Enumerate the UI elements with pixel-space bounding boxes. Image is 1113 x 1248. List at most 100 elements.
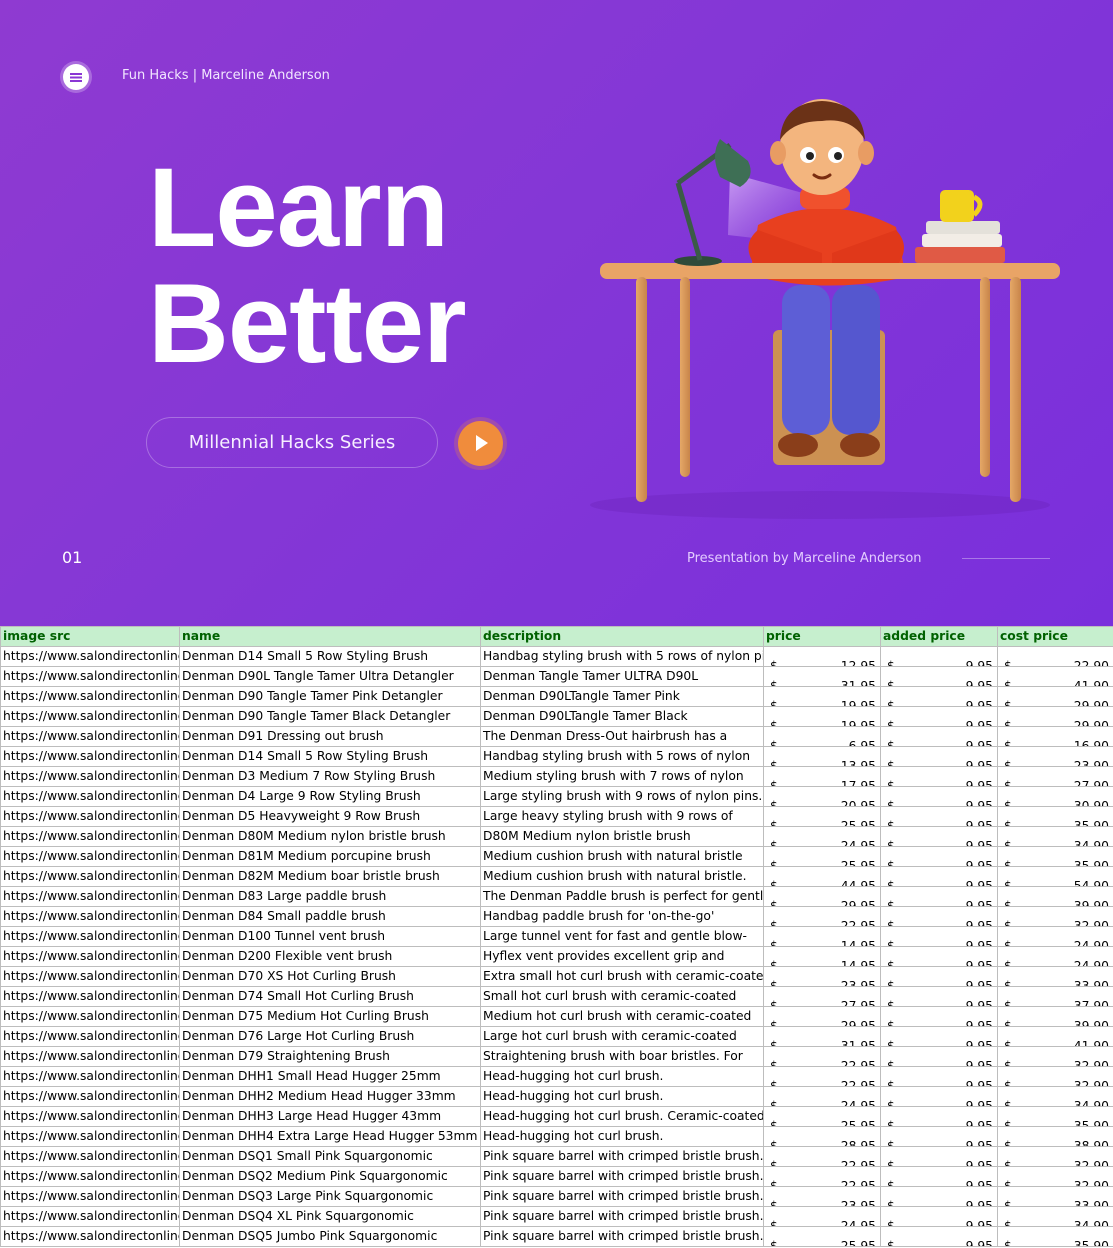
description-cell[interactable]: Pink square barrel with crimped bristle … xyxy=(480,1186,764,1207)
cost-price-cell[interactable]: $29.90 xyxy=(997,706,1113,727)
cost-price-cell[interactable]: $35.90 xyxy=(997,1106,1113,1127)
description-cell[interactable]: Head-hugging hot curl brush. xyxy=(480,1066,764,1087)
image-src-cell[interactable]: https://www.salondirectonline.co.uk xyxy=(0,846,180,867)
image-src-cell[interactable]: https://www.salondirectonline.co.uk xyxy=(0,1026,180,1047)
description-cell[interactable]: Large tunnel vent for fast and gentle bl… xyxy=(480,926,764,947)
description-cell[interactable]: Denman D90LTangle Tamer Black xyxy=(480,706,764,727)
cost-price-cell[interactable]: $34.90 xyxy=(997,826,1113,847)
price-cell[interactable]: $25.95 xyxy=(763,806,881,827)
image-src-cell[interactable]: https://www.salondirectonline.co.uk xyxy=(0,1186,180,1207)
column-header[interactable]: price xyxy=(763,626,881,647)
added-price-cell[interactable]: $9.95 xyxy=(880,986,998,1007)
name-cell[interactable]: Denman D70 XS Hot Curling Brush xyxy=(179,966,481,987)
added-price-cell[interactable]: $9.95 xyxy=(880,1046,998,1067)
name-cell[interactable]: Denman D14 Small 5 Row Styling Brush xyxy=(179,746,481,767)
cost-price-cell[interactable]: $37.90 xyxy=(997,986,1113,1007)
name-cell[interactable]: Denman DSQ4 XL Pink Squargonomic xyxy=(179,1206,481,1227)
name-cell[interactable]: Denman DHH3 Large Head Hugger 43mm xyxy=(179,1106,481,1127)
name-cell[interactable]: Denman DHH2 Medium Head Hugger 33mm xyxy=(179,1086,481,1107)
image-src-cell[interactable]: https://www.salondirectonline.co.uk xyxy=(0,986,180,1007)
image-src-cell[interactable]: https://www.salondirectonline.co.uk xyxy=(0,946,180,967)
column-header[interactable]: cost price xyxy=(997,626,1113,647)
cost-price-cell[interactable]: $41.90 xyxy=(997,666,1113,687)
image-src-cell[interactable]: https://www.salondirectonline.co.uk xyxy=(0,1086,180,1107)
added-price-cell[interactable]: $9.95 xyxy=(880,746,998,767)
name-cell[interactable]: Denman D200 Flexible vent brush xyxy=(179,946,481,967)
column-header[interactable]: description xyxy=(480,626,764,647)
price-cell[interactable]: $29.95 xyxy=(763,886,881,907)
cost-price-cell[interactable]: $35.90 xyxy=(997,846,1113,867)
cost-price-cell[interactable]: $32.90 xyxy=(997,1146,1113,1167)
image-src-cell[interactable]: https://www.salondirectonline.co.uk xyxy=(0,866,180,887)
added-price-cell[interactable]: $9.95 xyxy=(880,706,998,727)
price-cell[interactable]: $24.95 xyxy=(763,1206,881,1227)
cost-price-cell[interactable]: $33.90 xyxy=(997,1186,1113,1207)
price-cell[interactable]: $14.95 xyxy=(763,946,881,967)
price-cell[interactable]: $20.95 xyxy=(763,786,881,807)
cost-price-cell[interactable]: $35.90 xyxy=(997,806,1113,827)
cost-price-cell[interactable]: $32.90 xyxy=(997,1166,1113,1187)
name-cell[interactable]: Denman DSQ3 Large Pink Squargonomic xyxy=(179,1186,481,1207)
description-cell[interactable]: Extra small hot curl brush with ceramic-… xyxy=(480,966,764,987)
price-cell[interactable]: $29.95 xyxy=(763,1006,881,1027)
price-cell[interactable]: $22.95 xyxy=(763,1166,881,1187)
description-cell[interactable]: Small hot curl brush with ceramic-coated xyxy=(480,986,764,1007)
price-cell[interactable]: $25.95 xyxy=(763,846,881,867)
price-cell[interactable]: $22.95 xyxy=(763,1146,881,1167)
name-cell[interactable]: Denman D75 Medium Hot Curling Brush xyxy=(179,1006,481,1027)
image-src-cell[interactable]: https://www.salondirectonline.co.uk xyxy=(0,1066,180,1087)
image-src-cell[interactable]: https://www.salondirectonline.co.uk xyxy=(0,1226,180,1247)
price-cell[interactable]: $12.95 xyxy=(763,646,881,667)
cost-price-cell[interactable]: $39.90 xyxy=(997,886,1113,907)
name-cell[interactable]: Denman D3 Medium 7 Row Styling Brush xyxy=(179,766,481,787)
name-cell[interactable]: Denman D76 Large Hot Curling Brush xyxy=(179,1026,481,1047)
name-cell[interactable]: Denman D84 Small paddle brush xyxy=(179,906,481,927)
description-cell[interactable]: Handbag styling brush with 5 rows of nyl… xyxy=(480,746,764,767)
price-cell[interactable]: $22.95 xyxy=(763,1066,881,1087)
cost-price-cell[interactable]: $41.90 xyxy=(997,1026,1113,1047)
added-price-cell[interactable]: $9.95 xyxy=(880,926,998,947)
added-price-cell[interactable]: $9.95 xyxy=(880,1186,998,1207)
price-cell[interactable]: $13.95 xyxy=(763,746,881,767)
image-src-cell[interactable]: https://www.salondirectonline.co.uk xyxy=(0,1146,180,1167)
price-cell[interactable]: $28.95 xyxy=(763,1126,881,1147)
price-cell[interactable]: $22.95 xyxy=(763,1046,881,1067)
image-src-cell[interactable]: https://www.salondirectonline.co.uk xyxy=(0,826,180,847)
price-cell[interactable]: $24.95 xyxy=(763,1086,881,1107)
cost-price-cell[interactable]: $22.90 xyxy=(997,646,1113,667)
image-src-cell[interactable]: https://www.salondirectonline.co.uk xyxy=(0,966,180,987)
name-cell[interactable]: Denman DSQ2 Medium Pink Squargonomic xyxy=(179,1166,481,1187)
name-cell[interactable]: Denman DSQ1 Small Pink Squargonomic xyxy=(179,1146,481,1167)
menu-icon[interactable] xyxy=(63,64,89,90)
description-cell[interactable]: Large hot curl brush with ceramic-coated xyxy=(480,1026,764,1047)
cost-price-cell[interactable]: $34.90 xyxy=(997,1086,1113,1107)
added-price-cell[interactable]: $9.95 xyxy=(880,1006,998,1027)
image-src-cell[interactable]: https://www.salondirectonline.co.uk xyxy=(0,706,180,727)
description-cell[interactable]: Hyflex vent provides excellent grip and xyxy=(480,946,764,967)
name-cell[interactable]: Denman D90 Tangle Tamer Black Detangler xyxy=(179,706,481,727)
image-src-cell[interactable]: https://www.salondirectonline.co.uk xyxy=(0,666,180,687)
description-cell[interactable]: Pink square barrel with crimped bristle … xyxy=(480,1166,764,1187)
price-cell[interactable]: $19.95 xyxy=(763,686,881,707)
description-cell[interactable]: Straightening brush with boar bristles. … xyxy=(480,1046,764,1067)
cost-price-cell[interactable]: $32.90 xyxy=(997,906,1113,927)
column-header[interactable]: name xyxy=(179,626,481,647)
added-price-cell[interactable]: $9.95 xyxy=(880,646,998,667)
name-cell[interactable]: Denman D90 Tangle Tamer Pink Detangler xyxy=(179,686,481,707)
added-price-cell[interactable]: $9.95 xyxy=(880,1086,998,1107)
name-cell[interactable]: Denman DSQ5 Jumbo Pink Squargonomic xyxy=(179,1226,481,1247)
name-cell[interactable]: Denman D4 Large 9 Row Styling Brush xyxy=(179,786,481,807)
added-price-cell[interactable]: $9.95 xyxy=(880,1126,998,1147)
image-src-cell[interactable]: https://www.salondirectonline.co.uk xyxy=(0,786,180,807)
name-cell[interactable]: Denman D90L Tangle Tamer Ultra Detangler xyxy=(179,666,481,687)
name-cell[interactable]: Denman D81M Medium porcupine brush xyxy=(179,846,481,867)
name-cell[interactable]: Denman D5 Heavyweight 9 Row Brush xyxy=(179,806,481,827)
price-cell[interactable]: $44.95 xyxy=(763,866,881,887)
cost-price-cell[interactable]: $32.90 xyxy=(997,1046,1113,1067)
cost-price-cell[interactable]: $24.90 xyxy=(997,946,1113,967)
image-src-cell[interactable]: https://www.salondirectonline.co.uk xyxy=(0,926,180,947)
added-price-cell[interactable]: $9.95 xyxy=(880,866,998,887)
price-cell[interactable]: $25.95 xyxy=(763,1226,881,1247)
cost-price-cell[interactable]: $30.90 xyxy=(997,786,1113,807)
cost-price-cell[interactable]: $27.90 xyxy=(997,766,1113,787)
